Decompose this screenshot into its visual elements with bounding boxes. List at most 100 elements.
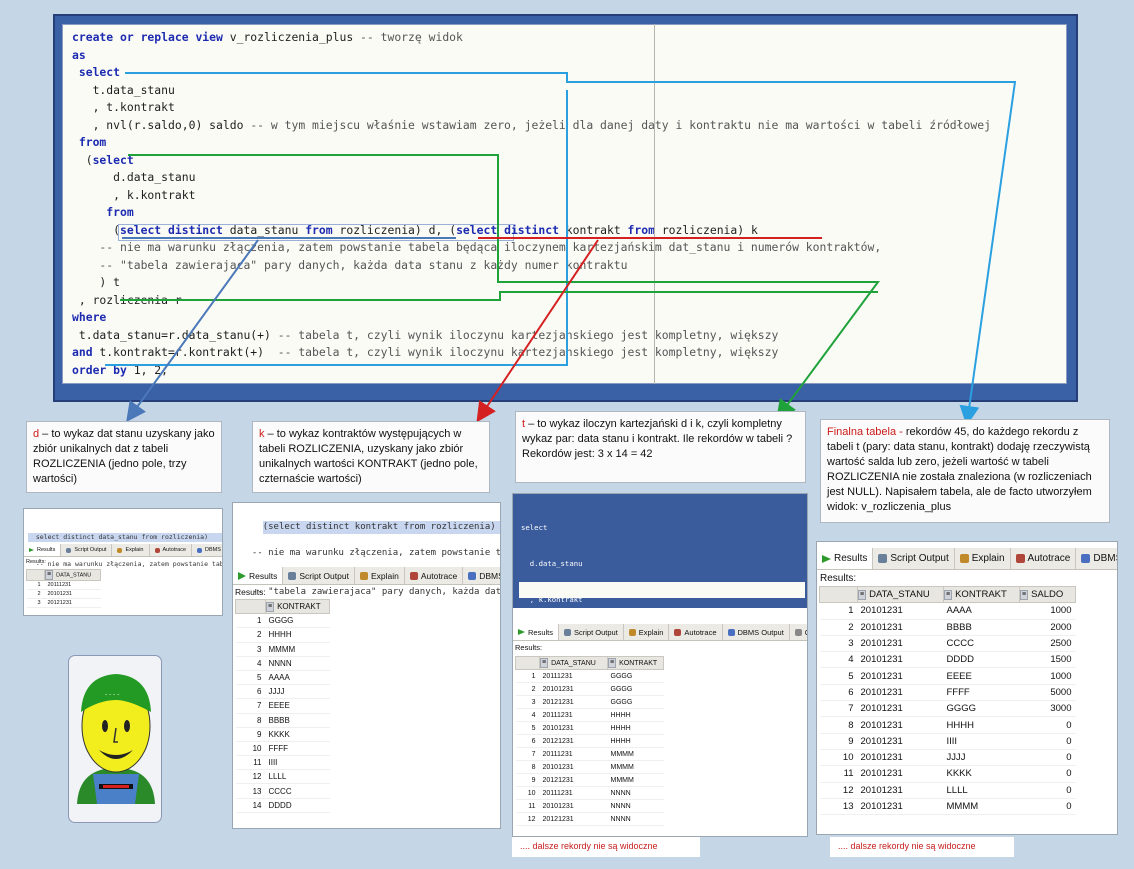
results-toolbar: Results Script Output Explain Autotrace DBMS…: [24, 544, 222, 557]
table-row[interactable]: 14 DDDD: [235, 798, 330, 813]
table-row[interactable]: 11 20101231 NNNN: [515, 799, 664, 813]
column-header[interactable]: ≡ SALDO: [1019, 585, 1076, 604]
row-number-cell: 12: [515, 812, 540, 826]
tab-script-output[interactable]: Script Output: [283, 567, 355, 584]
column-header-label: KONTRAKT: [277, 601, 321, 611]
column-header-label: DATA_STANU: [551, 659, 596, 667]
tab-dbms-output[interactable]: DBMS Output: [1076, 548, 1117, 569]
tab-explain[interactable]: Explain: [624, 624, 670, 640]
table-row[interactable]: 4 20101231 DDDD 1500: [819, 651, 1076, 669]
column-sort-icon[interactable]: ≡: [45, 570, 54, 580]
tab-autotrace[interactable]: Autotrace: [405, 567, 464, 584]
table-row[interactable]: 10 20111231 NNNN: [515, 786, 664, 800]
tab-owa[interactable]: OWA: [790, 624, 807, 640]
table-row[interactable]: 6 20101231 FFFF 5000: [819, 684, 1076, 702]
table-row[interactable]: 12 20101231 LLLL 0: [819, 782, 1076, 799]
column-sort-icon[interactable]: ≡: [608, 658, 617, 668]
table-row[interactable]: 9 20121231 MMMM: [515, 773, 664, 787]
row-number-cell: 1: [26, 580, 45, 590]
table-row[interactable]: 1 20111231 GGGG: [515, 669, 664, 683]
row-number-cell: 14: [235, 798, 266, 813]
results-label: Results:: [235, 587, 266, 597]
table-row[interactable]: 12 LLLL: [235, 769, 330, 785]
table-row[interactable]: 8 BBBB: [235, 713, 330, 728]
results-grid-k[interactable]: ≡ KONTRAKT 1 GGGG 2 HHHH 3 MMMM 4 NNNN 5 AAAA 6 JJJJ 7…: [235, 598, 330, 813]
table-row[interactable]: 1 20101231 AAAA 1000: [819, 602, 1076, 620]
tab-script-output[interactable]: Script Output: [61, 544, 113, 556]
column-header[interactable]: ≡ KONTRAKT: [943, 585, 1020, 604]
table-row[interactable]: 3 20121231 GGGG: [515, 695, 664, 709]
tab-dbms-output[interactable]: DBMS Output: [463, 567, 500, 584]
table-row[interactable]: 1 20111231: [26, 580, 101, 590]
table-row[interactable]: 13 20101231 MMMM 0: [819, 798, 1076, 816]
tab-results[interactable]: Results: [233, 567, 284, 584]
table-cell: 20121231: [539, 773, 608, 787]
column-sort-icon[interactable]: ≡: [540, 658, 549, 668]
tab-script-output[interactable]: Script Output: [559, 624, 624, 640]
row-number-cell: 5: [235, 670, 266, 686]
results-label: Results:: [26, 559, 46, 565]
tab-results[interactable]: Results: [24, 544, 62, 556]
tab-autotrace[interactable]: Autotrace: [669, 624, 723, 640]
table-row[interactable]: 11 IIII: [235, 755, 330, 771]
tab-explain[interactable]: Explain: [355, 567, 405, 584]
column-sort-icon[interactable]: ≡: [266, 601, 275, 612]
table-row[interactable]: 13 CCCC: [235, 783, 330, 799]
tab-explain[interactable]: Explain: [112, 544, 150, 556]
table-cell: MMMM: [943, 798, 1020, 816]
table-header-row: ≡ DATA_STANU ≡ KONTRAKT: [515, 656, 664, 670]
table-row[interactable]: 6 JJJJ: [235, 684, 330, 700]
table-header-row: ≡ DATA_STANU ≡ KONTRAKT ≡ SALDO: [819, 585, 1076, 604]
tab-script-output[interactable]: Script Output: [873, 548, 955, 569]
tab-dbms-output[interactable]: DBMS Output: [192, 544, 222, 556]
results-grid-t[interactable]: ≡ DATA_STANU ≡ KONTRAKT 1 20111231 GGGG 2 201012…: [515, 656, 664, 826]
table-row[interactable]: 5 20101231 HHHH: [515, 721, 664, 735]
table-row[interactable]: 4 NNNN: [235, 656, 330, 671]
table-cell: CCCC: [943, 635, 1020, 653]
column-header[interactable]: ≡ DATA_STANU: [857, 585, 944, 604]
column-sort-icon[interactable]: ≡: [858, 589, 867, 600]
table-row[interactable]: 3 MMMM: [235, 642, 330, 657]
table-row[interactable]: 7 20101231 GGGG 3000: [819, 700, 1076, 718]
table-row[interactable]: 3 20121231: [26, 598, 101, 608]
results-label: Results:: [820, 573, 857, 584]
results-grid-final[interactable]: ≡ DATA_STANU ≡ KONTRAKT ≡ SALDO 1 20101231 AAAA 1…: [819, 585, 1076, 816]
results-grid-d[interactable]: ≡ DATA_STANU 1 20111231 2 20101231 3 20121231: [26, 569, 101, 608]
tab-results[interactable]: Results: [817, 548, 874, 569]
table-row[interactable]: 5 AAAA: [235, 670, 330, 686]
table-row[interactable]: 3 20101231 CCCC 2500: [819, 635, 1076, 653]
table-row[interactable]: 7 EEEE: [235, 698, 330, 714]
table-row[interactable]: 1 GGGG: [235, 613, 330, 629]
panel-t-code-line: select: [521, 523, 548, 532]
table-row[interactable]: 7 20111231 MMMM: [515, 747, 664, 761]
tab-explain[interactable]: Explain: [955, 548, 1011, 569]
table-cell: LLLL: [265, 769, 330, 785]
tab-results[interactable]: Results: [513, 624, 560, 640]
tab-dbms-output[interactable]: DBMS Output: [723, 624, 790, 640]
column-sort-icon[interactable]: ≡: [944, 589, 953, 600]
table-row[interactable]: 8 20101231 HHHH 0: [819, 716, 1076, 734]
table-row[interactable]: 11 20101231 KKKK 0: [819, 765, 1076, 783]
table-row[interactable]: 5 20101231 EEEE 1000: [819, 667, 1076, 685]
tab-autotrace[interactable]: Autotrace: [150, 544, 193, 556]
column-header[interactable]: ≡ DATA_STANU: [539, 656, 608, 670]
table-row[interactable]: 2 20101231: [26, 589, 101, 599]
table-row[interactable]: 12 20121231 NNNN: [515, 812, 664, 826]
row-number-cell: 8: [819, 716, 858, 734]
table-row[interactable]: 10 20101231 JJJJ 0: [819, 749, 1076, 767]
table-row[interactable]: 9 KKKK: [235, 727, 330, 742]
table-row[interactable]: 8 20101231 MMMM: [515, 760, 664, 774]
table-row[interactable]: 4 20111231 HHHH: [515, 708, 664, 722]
table-row[interactable]: 2 20101231 GGGG: [515, 682, 664, 696]
table-row[interactable]: 6 20121231 HHHH: [515, 734, 664, 748]
column-sort-icon[interactable]: ≡: [1020, 589, 1029, 600]
column-header[interactable]: ≡ KONTRAKT: [607, 656, 664, 670]
table-row[interactable]: 2 HHHH: [235, 627, 330, 643]
column-header-label: KONTRAKT: [619, 659, 658, 667]
table-row[interactable]: 10 FFFF: [235, 741, 330, 757]
column-header[interactable]: ≡ DATA_STANU: [44, 569, 101, 581]
tab-autotrace[interactable]: Autotrace: [1011, 548, 1077, 569]
table-row[interactable]: 9 20101231 IIII 0: [819, 733, 1076, 750]
column-header[interactable]: ≡ KONTRAKT: [265, 598, 330, 615]
table-row[interactable]: 2 20101231 BBBB 2000: [819, 619, 1076, 636]
